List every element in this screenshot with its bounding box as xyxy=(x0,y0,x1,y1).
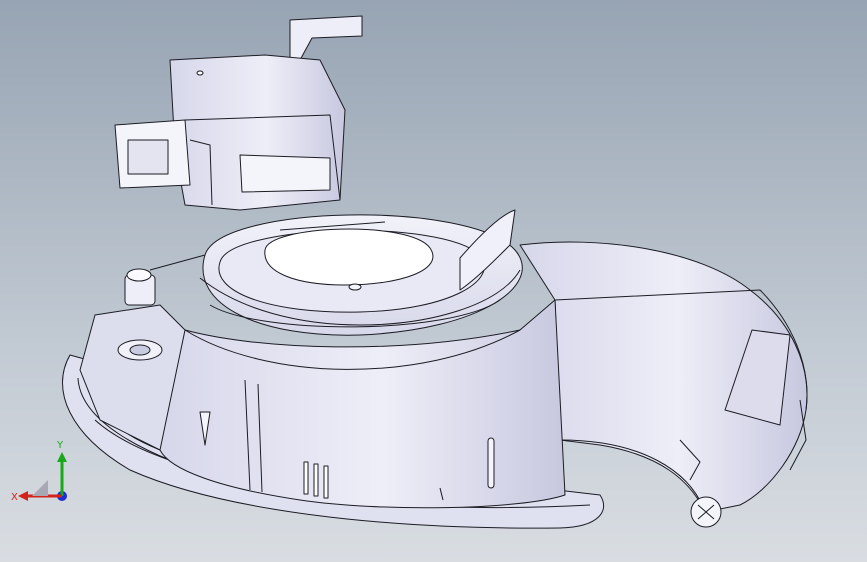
view-orientation-icon xyxy=(32,480,48,496)
x-axis-label: X xyxy=(11,492,18,503)
coordinate-triad: X Y xyxy=(11,440,67,503)
knob xyxy=(690,496,722,528)
3d-model-render[interactable] xyxy=(0,0,867,562)
graphics-viewport[interactable]: X Y xyxy=(0,0,867,562)
actuator-motor xyxy=(114,15,363,211)
top-ring xyxy=(199,209,523,336)
y-axis-label: Y xyxy=(56,440,64,451)
